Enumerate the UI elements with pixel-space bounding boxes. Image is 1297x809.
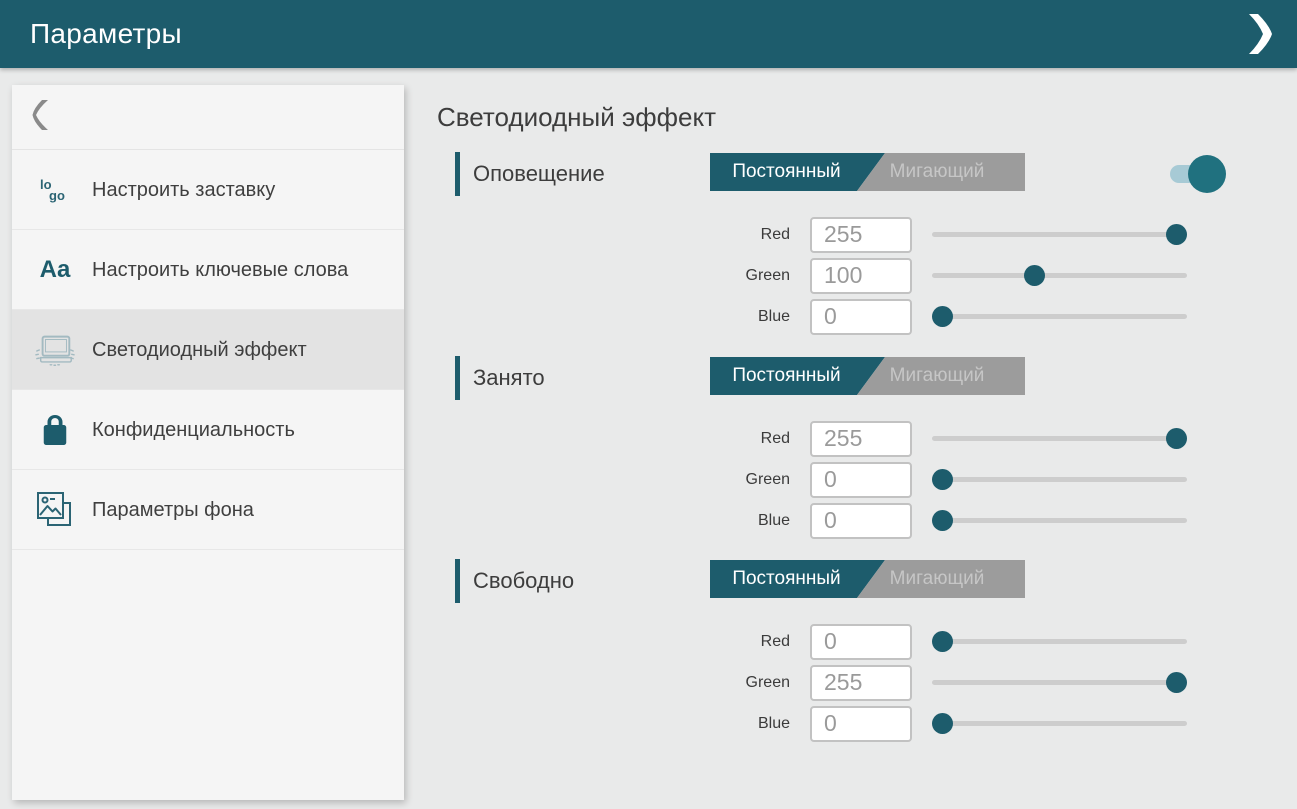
logo-icon: lo go <box>34 179 76 201</box>
section-free: Свободно Постоянный Мигающий Red Green <box>455 557 1297 744</box>
green-value-input[interactable] <box>810 462 912 498</box>
red-slider[interactable] <box>932 214 1187 255</box>
red-value-input[interactable] <box>810 624 912 660</box>
sidebar-item-led-effect[interactable]: Светодиодный эффект <box>12 310 404 390</box>
blue-row: Blue <box>455 296 1297 337</box>
slider-thumb[interactable] <box>932 306 953 327</box>
mode-segmented-control: Постоянный Мигающий <box>710 560 1025 598</box>
green-value-input[interactable] <box>810 665 912 701</box>
blue-row: Blue <box>455 500 1297 541</box>
red-slider[interactable] <box>932 621 1187 662</box>
blue-value-input[interactable] <box>810 706 912 742</box>
toggle-thumb <box>1188 155 1226 193</box>
sidebar-item-label: Светодиодный эффект <box>92 337 307 363</box>
red-row: Red <box>455 418 1297 459</box>
slider-track <box>932 232 1187 237</box>
slider-track <box>932 518 1187 523</box>
led-effect-panel: Светодиодный эффект Оповещение Постоянны… <box>404 68 1297 809</box>
sidebar-collapse-button[interactable] <box>12 85 404 150</box>
green-row: Green <box>455 459 1297 500</box>
sidebar-item-screensaver[interactable]: lo go Настроить заставку <box>12 150 404 230</box>
slider-thumb[interactable] <box>932 469 953 490</box>
red-value-input[interactable] <box>810 217 912 253</box>
mode-blinking-button[interactable]: Мигающий <box>857 560 1025 598</box>
slider-thumb[interactable] <box>932 713 953 734</box>
section-title: Занято <box>473 365 545 391</box>
slider-track <box>932 639 1187 644</box>
slider-track <box>932 477 1187 482</box>
mode-segmented-control: Постоянный Мигающий <box>710 357 1025 395</box>
slider-track <box>932 436 1187 441</box>
led-screen-icon <box>34 332 76 368</box>
red-label: Red <box>455 633 790 651</box>
blue-label: Blue <box>455 308 790 326</box>
settings-sidebar: lo go Настроить заставку Aa Настроить кл… <box>12 85 404 800</box>
slider-thumb[interactable] <box>932 510 953 531</box>
blue-value-input[interactable] <box>810 299 912 335</box>
background-images-icon <box>34 490 76 530</box>
slider-track <box>932 273 1187 278</box>
section-title: Свободно <box>473 568 574 594</box>
slider-thumb[interactable] <box>1024 265 1045 286</box>
chevron-right-icon[interactable] <box>1245 12 1275 56</box>
green-slider[interactable] <box>932 662 1187 703</box>
sidebar-item-label: Конфиденциальность <box>92 417 295 443</box>
section-accent-bar <box>455 152 460 196</box>
blue-slider[interactable] <box>932 500 1187 541</box>
mode-blinking-button[interactable]: Мигающий <box>857 153 1025 191</box>
mode-solid-button[interactable]: Постоянный <box>710 357 885 395</box>
blue-label: Blue <box>455 512 790 530</box>
slider-track <box>932 314 1187 319</box>
red-label: Red <box>455 226 790 244</box>
slider-track <box>932 680 1187 685</box>
sidebar-item-label: Настроить заставку <box>92 177 275 203</box>
red-slider[interactable] <box>932 418 1187 459</box>
page-title: Параметры <box>30 18 182 50</box>
green-value-input[interactable] <box>810 258 912 294</box>
notification-enable-toggle[interactable] <box>1170 155 1226 193</box>
slider-thumb[interactable] <box>1166 224 1187 245</box>
blue-label: Blue <box>455 715 790 733</box>
green-label: Green <box>455 471 790 489</box>
slider-thumb[interactable] <box>1166 428 1187 449</box>
section-accent-bar <box>455 356 460 400</box>
keywords-aa-icon: Aa <box>34 256 76 284</box>
blue-value-input[interactable] <box>810 503 912 539</box>
blue-slider[interactable] <box>932 296 1187 337</box>
red-label: Red <box>455 430 790 448</box>
sidebar-item-privacy[interactable]: Конфиденциальность <box>12 390 404 470</box>
green-label: Green <box>455 267 790 285</box>
section-notification: Оповещение Постоянный Мигающий Red Green <box>455 150 1297 337</box>
green-row: Green <box>455 662 1297 703</box>
green-label: Green <box>455 674 790 692</box>
slider-thumb[interactable] <box>1166 672 1187 693</box>
slider-thumb[interactable] <box>932 631 953 652</box>
blue-slider[interactable] <box>932 703 1187 744</box>
red-row: Red <box>455 214 1297 255</box>
sidebar-item-label: Параметры фона <box>92 497 254 523</box>
mode-segmented-control: Постоянный Мигающий <box>710 153 1025 191</box>
chevron-left-icon <box>32 99 52 136</box>
app-header: Параметры <box>0 0 1297 68</box>
mode-solid-button[interactable]: Постоянный <box>710 153 885 191</box>
section-accent-bar <box>455 559 460 603</box>
green-row: Green <box>455 255 1297 296</box>
sidebar-item-label: Настроить ключевые слова <box>92 257 348 283</box>
green-slider[interactable] <box>932 459 1187 500</box>
content-title: Светодиодный эффект <box>437 98 1297 136</box>
mode-blinking-button[interactable]: Мигающий <box>857 357 1025 395</box>
red-row: Red <box>455 621 1297 662</box>
slider-track <box>932 721 1187 726</box>
sidebar-item-background[interactable]: Параметры фона <box>12 470 404 550</box>
green-slider[interactable] <box>932 255 1187 296</box>
section-title: Оповещение <box>473 161 605 187</box>
mode-solid-button[interactable]: Постоянный <box>710 560 885 598</box>
section-busy: Занято Постоянный Мигающий Red Green <box>455 354 1297 541</box>
sidebar-item-keywords[interactable]: Aa Настроить ключевые слова <box>12 230 404 310</box>
red-value-input[interactable] <box>810 421 912 457</box>
lock-icon <box>34 413 76 447</box>
blue-row: Blue <box>455 703 1297 744</box>
